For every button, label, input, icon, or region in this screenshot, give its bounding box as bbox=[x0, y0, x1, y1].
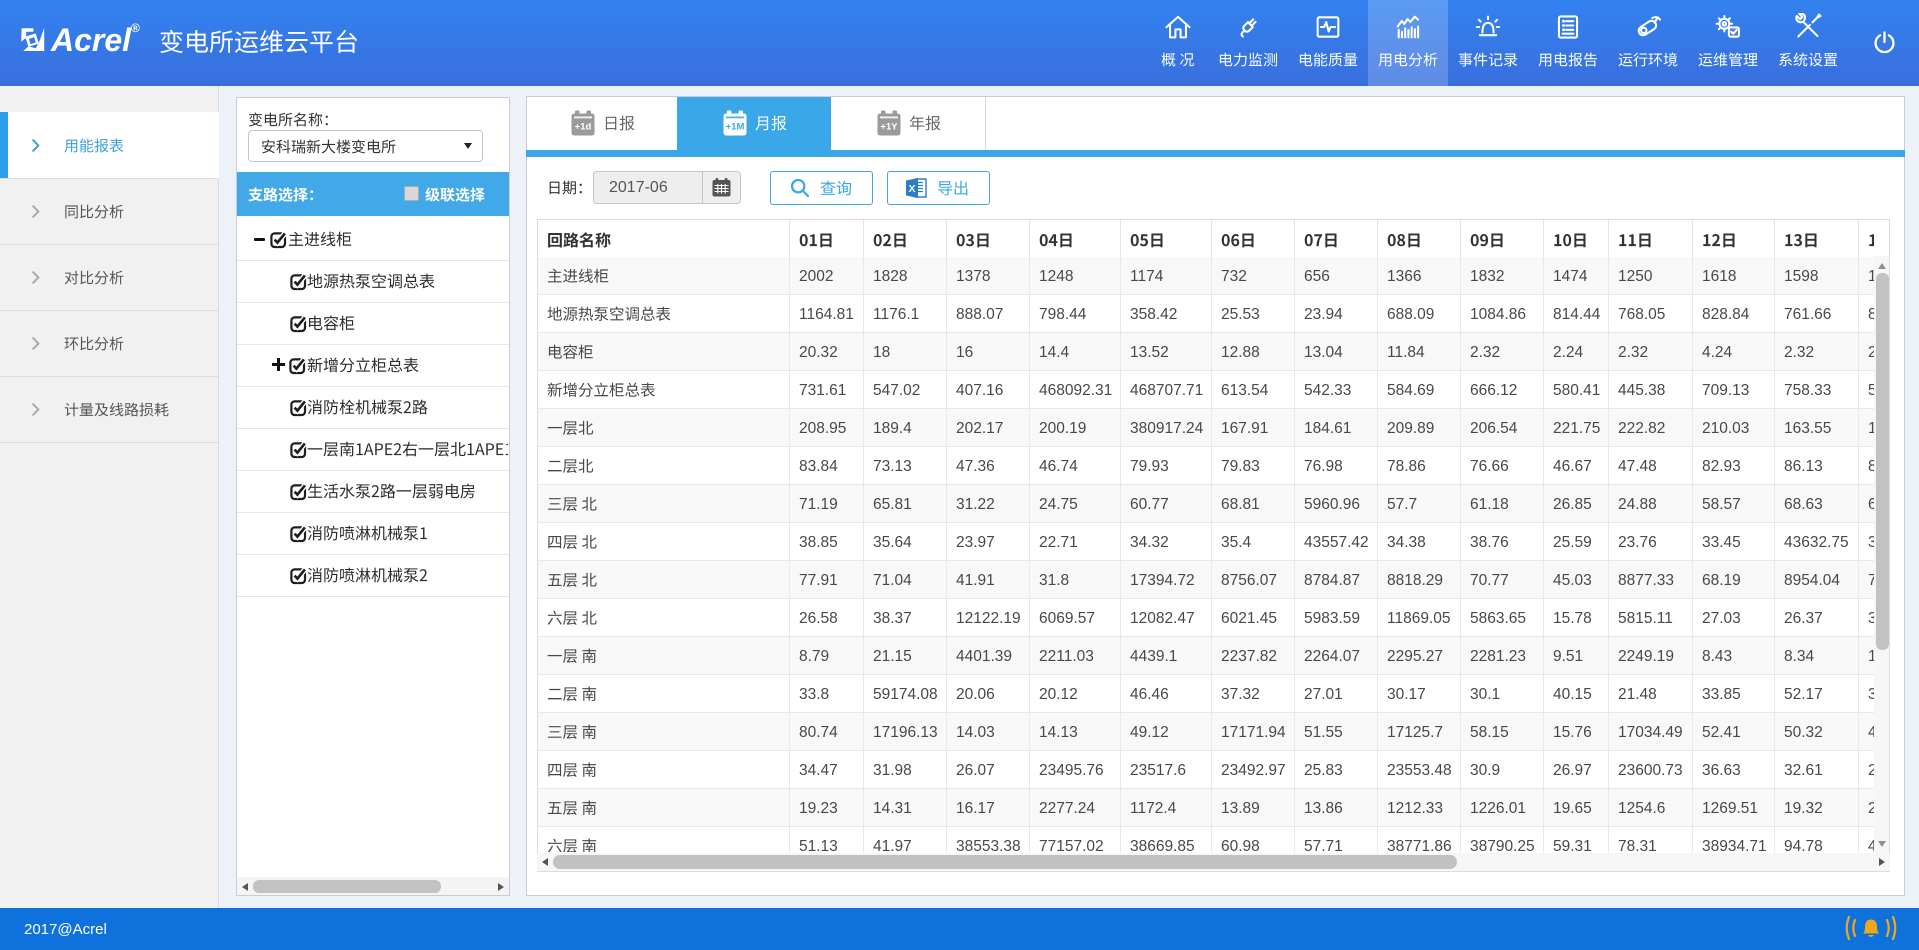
svg-text:+1Y: +1Y bbox=[880, 122, 898, 133]
svg-text:X: X bbox=[908, 183, 915, 195]
svg-text:+1M: +1M bbox=[726, 122, 745, 133]
svg-text:+1d: +1d bbox=[574, 122, 591, 133]
